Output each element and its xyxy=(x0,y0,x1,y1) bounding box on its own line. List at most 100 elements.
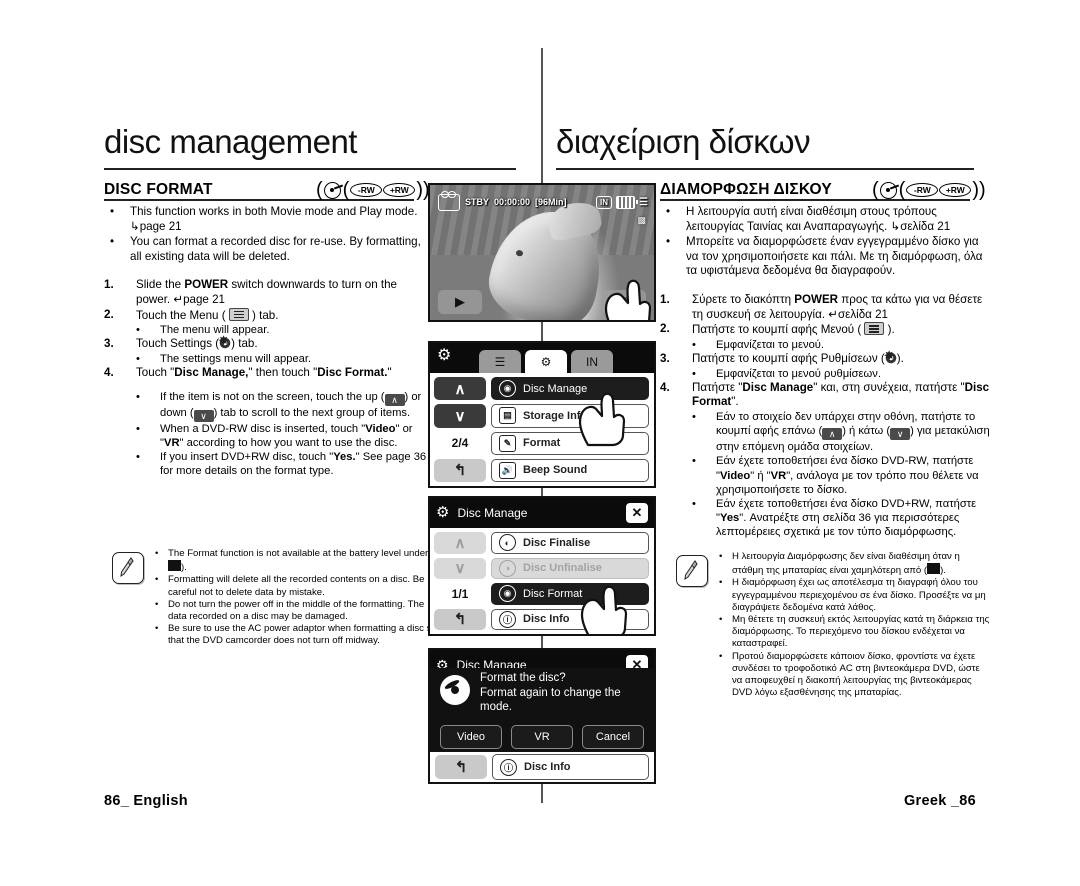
menu-item-label: Storage Info xyxy=(523,409,588,422)
paren-close-right: )) xyxy=(972,179,986,201)
bullet-mark: • xyxy=(110,235,115,249)
lcd-screen-disc-manage: ⚙ Disc Manage ✕ ∧ ∨ 1/1 ↰ ◐ Disc Finalis… xyxy=(428,496,656,636)
menu-item-format[interactable]: ✎ Format xyxy=(491,431,649,455)
scroll-down-button[interactable]: ∨ xyxy=(434,404,486,428)
step4-sub-row: • If you insert DVD+RW disc, touch "Yes.… xyxy=(136,450,434,478)
disc-finalise-icon: ◐ xyxy=(499,534,516,552)
greek-column: • Η λειτουργία αυτή είναι διαθέσιμη στου… xyxy=(660,205,990,540)
disc-dialog-icon xyxy=(440,675,470,706)
menu-item-beep-sound[interactable]: 🔊 Beep Sound xyxy=(491,458,649,482)
step-text: Slide the POWER switch downwards to turn… xyxy=(136,278,397,306)
dolphin-eye xyxy=(515,249,524,257)
intro-bullet-greek: • Μπορείτε να διαμορφώσετε έναν εγγεγραμ… xyxy=(660,235,990,279)
note-pen-icon-greek xyxy=(676,555,708,587)
intro-bullet-text: This function works in both Movie mode a… xyxy=(130,205,418,233)
menu-item-label: Disc Format xyxy=(523,587,583,600)
menu-side-controls: ∧ ∨ 2/4 ↰ xyxy=(434,377,486,482)
note-body-greek: • Η λειτουργία Διαμόρφωσης δεν είναι δια… xyxy=(716,551,991,699)
bullet-mark: • xyxy=(719,614,723,626)
intro-bullet: • This function works in both Movie mode… xyxy=(104,205,434,234)
step-number: 1. xyxy=(660,292,670,306)
step-text: Touch "Disc Manage," then touch "Disc Fo… xyxy=(136,366,392,380)
dialog-message-group: Format the disc? Format again to change … xyxy=(440,671,644,715)
vr-button[interactable]: VR xyxy=(511,724,573,749)
menu-icon-greek xyxy=(864,322,885,336)
disc-manage-side-controls: ∧ ∨ 1/1 ↰ xyxy=(434,532,486,630)
english-column: • This function works in both Movie mode… xyxy=(104,205,434,479)
step-text: Touch the Menu ( ) tab. xyxy=(136,307,279,322)
paren-open-right: ( xyxy=(872,179,879,201)
disc-icon xyxy=(323,181,341,199)
menu-item-disc-finalise[interactable]: ◐ Disc Finalise xyxy=(491,532,649,554)
bullet-mark: • xyxy=(136,324,140,337)
step4-sub-row-greek: • Εάν έχετε τοποθετήσει ένα δίσκο DVD+RW… xyxy=(692,497,990,540)
beep-sound-icon: 🔊 xyxy=(499,461,516,479)
step-row-greek: 1. Σύρετε το διακόπτη POWER προς τα κάτω… xyxy=(660,293,990,322)
disc-type-badge-greek: ( ( -RW +RW )) xyxy=(872,180,986,200)
menu-item-storage-info[interactable]: ▤ Storage Info xyxy=(491,404,649,428)
pen-glyph xyxy=(120,557,134,578)
tab-settings[interactable]: ⚙ xyxy=(525,350,567,373)
title-rule-english xyxy=(104,168,516,170)
tab-main-menu[interactable]: ☰ xyxy=(479,350,521,373)
back-button-3[interactable]: ↰ xyxy=(434,608,486,630)
back-button[interactable]: ↰ xyxy=(434,458,486,482)
note-text-greek: Μη θέτετε τη συσκευή εκτός λειτουργίας κ… xyxy=(732,614,990,650)
step-sub-text-greek: Εμφανίζεται το μενού. xyxy=(716,338,825,351)
plus-rw-badge-greek: +RW xyxy=(939,183,972,197)
settings-gear-icon-greek xyxy=(884,349,897,364)
video-button[interactable]: Video xyxy=(440,724,502,749)
menu-tab-bar: ⚙ ☰ ⚙ IN xyxy=(430,343,654,373)
disc-type-badge-english: ( ( -RW +RW )) xyxy=(316,180,430,200)
menu-item-label: Format xyxy=(523,437,561,450)
step-number: 2. xyxy=(104,307,114,321)
step-text-greek: Πατήστε το κουμπί αφής Μενού ( ). xyxy=(692,322,895,337)
scroll-down-icon: ∨ xyxy=(193,409,214,422)
step-sub-row-greek: • Εμφανίζεται το μενού ρυθμίσεων. xyxy=(692,367,990,381)
tab-storage-in[interactable]: IN xyxy=(571,350,613,373)
step4-sub-text-greek: Εάν έχετε τοποθετήσει ένα δίσκο DVD-RW, … xyxy=(716,455,979,496)
plus-rw-badge: +RW xyxy=(383,183,416,197)
note-text-greek: Η διαμόρφωση έχει ως αποτέλεσμα τη διαγρ… xyxy=(732,577,986,613)
note-box-greek: • Η λειτουργία Διαμόρφωσης δεν είναι δια… xyxy=(676,551,991,699)
scroll-up-button-3[interactable]: ∧ xyxy=(434,532,486,554)
bullet-mark: • xyxy=(155,598,159,610)
intro-bullet: • You can format a recorded disc for re-… xyxy=(104,235,434,264)
menu-item-label: Disc Info xyxy=(523,613,570,626)
menu-tab-button[interactable]: ▤ xyxy=(602,290,646,314)
note-box-english: • The Format function is not available a… xyxy=(112,548,437,648)
play-mode-button[interactable]: ▶ xyxy=(438,290,482,314)
back-button-4[interactable]: ↰ xyxy=(435,755,487,779)
step4-sub-row-greek: • Εάν το στοιχείο δεν υπάρχει στην οθόνη… xyxy=(692,410,990,454)
menu-item-disc-unfinalise: ◑ Disc Unfinalise xyxy=(491,557,649,579)
step-sub-row-greek: • Εμφανίζεται το μενού. xyxy=(692,338,990,352)
menu-item-disc-format[interactable]: ◉ Disc Format xyxy=(491,583,649,605)
menu-item-disc-info[interactable]: ⓘ Disc Info xyxy=(491,608,649,630)
step-number: 1. xyxy=(104,278,114,292)
format-confirm-dialog: Format the disc? Format again to change … xyxy=(430,668,654,752)
menu-item-label: Disc Manage xyxy=(523,382,588,395)
step-sub-row: • The settings menu will appear. xyxy=(136,352,434,366)
disc-manage-title-bar: ⚙ Disc Manage ✕ xyxy=(430,498,654,528)
dialog-message-line2: Format again to change the xyxy=(480,686,621,699)
bullet-mark: • xyxy=(719,551,723,562)
close-icon[interactable]: ✕ xyxy=(626,503,648,523)
menu-item-disc-manage[interactable]: ◉ Disc Manage xyxy=(491,377,649,401)
paren-open-left: ( xyxy=(316,179,323,201)
menu-icon xyxy=(228,307,249,321)
intro-bullet-greek: • Η λειτουργία αυτή είναι διαθέσιμη στου… xyxy=(660,205,990,234)
osd-status-bar: STBY 00:00:00 [96Min] IN ☰ xyxy=(438,190,648,213)
note-text-greek: Προτού διαμορφώσετε κάποιον δίσκο, φροντ… xyxy=(732,650,980,699)
scroll-up-button[interactable]: ∧ xyxy=(434,377,486,401)
paren-mid-right: ( xyxy=(898,179,906,201)
note-text: Be sure to use the AC power adaptor when… xyxy=(168,623,437,647)
storage-in-badge: IN xyxy=(596,195,613,209)
behind-menu-item-disc-info[interactable]: ⓘ Disc Info xyxy=(492,754,649,780)
dialog-message-line1: Format the disc? xyxy=(480,672,566,685)
scroll-down-button-3[interactable]: ∨ xyxy=(434,557,486,579)
osd-right-group: IN ☰ xyxy=(596,195,648,209)
step-sub-row: • The menu will appear. xyxy=(136,323,434,337)
cancel-button[interactable]: Cancel xyxy=(582,724,644,749)
disc-manage-item-list: ◐ Disc Finalise ◑ Disc Unfinalise ◉ Disc… xyxy=(491,532,649,630)
scroll-down-icon-greek: ∨ xyxy=(890,428,911,441)
